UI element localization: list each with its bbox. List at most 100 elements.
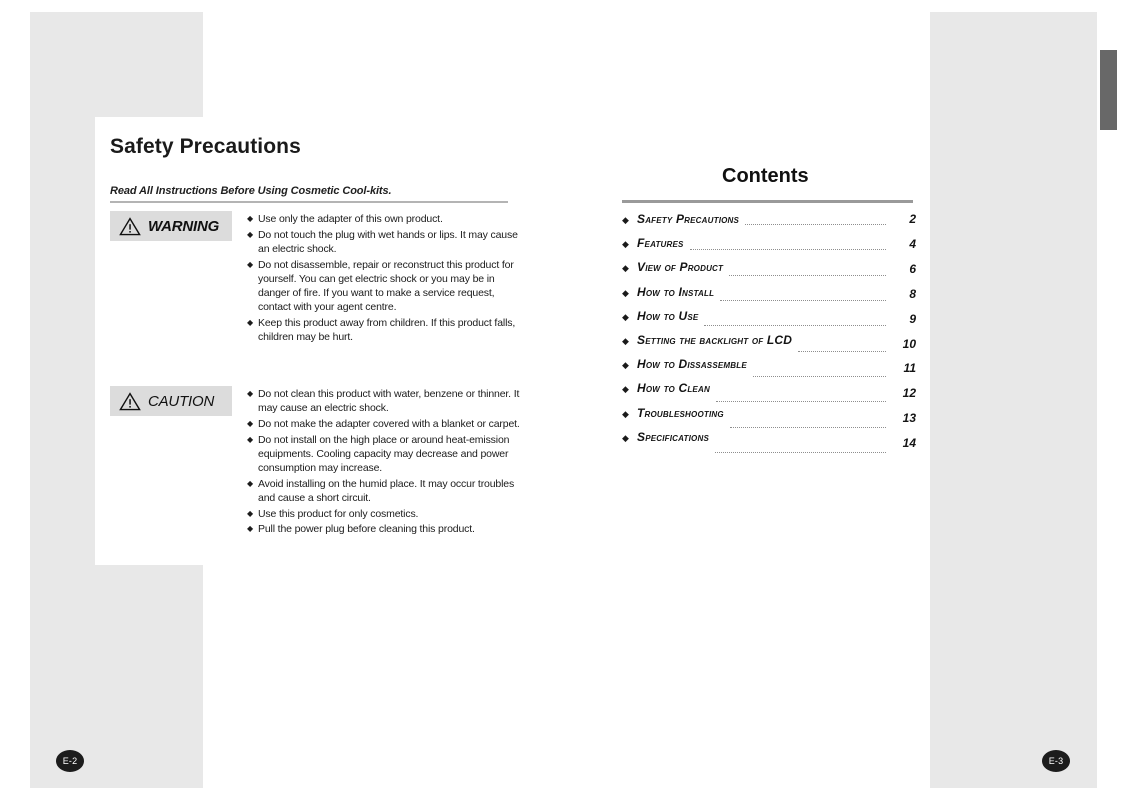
caution-label-text: CAUTION — [148, 392, 215, 410]
toc-entry[interactable]: ◆ How to Install 8 — [622, 285, 916, 309]
page-edge-tab-marker — [1100, 50, 1117, 130]
toc-dot-leader — [752, 375, 886, 378]
toc-dot-leader — [745, 223, 886, 225]
diamond-bullet-icon: ◆ — [622, 287, 629, 298]
toc-entry[interactable]: ◆ How to Use 9 — [622, 309, 916, 333]
list-item: ◆ Use only the adapter of this own produ… — [247, 212, 522, 226]
toc-entry-page: 6 — [909, 261, 916, 276]
diamond-bullet-icon: ◆ — [247, 434, 254, 444]
list-item-text: Avoid installing on the humid place. It … — [258, 477, 515, 504]
toc-entry[interactable]: ◆ How to Clean 12 — [622, 381, 916, 405]
toc-dot-leader — [715, 400, 886, 403]
list-item: ◆ Do not disassemble, repair or reconstr… — [247, 258, 522, 315]
toc-entry-label: How to Install — [637, 284, 715, 299]
list-item-text: Keep this product away from children. If… — [258, 316, 516, 344]
toc-entry-page: 14 — [902, 436, 916, 451]
toc-entry-label: Troubleshooting — [637, 405, 724, 420]
toc-dot-leader — [715, 451, 886, 454]
toc-entry-page: 11 — [903, 361, 916, 376]
list-item-text: Do not disassemble, repair or reconstruc… — [258, 258, 514, 314]
toc-dot-leader — [704, 324, 886, 327]
list-item-text: Do not touch the plug with wet hands or … — [258, 228, 518, 255]
diamond-bullet-icon: ◆ — [622, 335, 629, 346]
toc-entry-label: Setting the backlight of LCD — [637, 332, 793, 347]
warning-label-text: WARNING — [148, 217, 220, 235]
toc-entry-label: How to Use — [637, 308, 699, 323]
page-subtitle: Read All Instructions Before Using Cosme… — [110, 185, 392, 197]
toc-entry[interactable]: ◆ Features 4 — [622, 236, 916, 260]
subtitle-divider — [110, 201, 508, 203]
diamond-bullet-icon: ◆ — [247, 259, 254, 269]
list-item-text: Pull the power plug before cleaning this… — [258, 523, 475, 536]
page-number-badge-right: E-3 — [1042, 750, 1070, 772]
toc-entry-label: How to Dissassemble — [637, 357, 747, 372]
list-item: ◆ Avoid installing on the humid place. I… — [247, 477, 522, 505]
list-item: ◆ Do not touch the plug with wet hands o… — [247, 228, 522, 256]
left-page: Safety Precautions Read All Instructions… — [0, 0, 560, 800]
warning-item-list: ◆ Use only the adapter of this own produ… — [247, 212, 522, 346]
toc-entry-page: 13 — [902, 411, 916, 426]
page-number-badge-left: E-2 — [56, 750, 84, 772]
warning-triangle-icon — [119, 391, 141, 410]
diamond-bullet-icon: ◆ — [247, 524, 254, 534]
diamond-bullet-icon: ◆ — [622, 311, 629, 322]
diamond-bullet-icon: ◆ — [622, 432, 629, 443]
diamond-bullet-icon: ◆ — [247, 317, 254, 327]
toc-dot-leader — [720, 299, 886, 301]
toc-dot-leader — [729, 426, 886, 428]
list-item-text: Use only the adapter of this own product… — [258, 213, 443, 225]
list-item: ◆ Pull the power plug before cleaning th… — [247, 522, 522, 536]
diamond-bullet-icon: ◆ — [247, 229, 254, 239]
toc-entry-label: Specifications — [637, 429, 709, 444]
diamond-bullet-icon: ◆ — [247, 508, 254, 518]
toc-entry[interactable]: ◆ How to Dissassemble 11 — [622, 357, 916, 381]
warning-label-box: WARNING — [110, 211, 232, 241]
toc-entry-page: 4 — [909, 236, 916, 251]
list-item-text: Do not clean this product with water, be… — [258, 388, 520, 415]
diamond-bullet-icon: ◆ — [622, 263, 629, 274]
caution-item-list: ◆ Do not clean this product with water, … — [247, 387, 522, 538]
diamond-bullet-icon: ◆ — [622, 384, 629, 395]
list-item: ◆ Do not clean this product with water, … — [247, 387, 522, 415]
toc-entry[interactable]: ◆ View of Product 6 — [622, 260, 916, 284]
list-item: ◆ Do not make the adapter covered with a… — [247, 417, 522, 431]
list-item: ◆ Use this product for only cosmetics. — [247, 507, 522, 521]
toc-entry[interactable]: ◆ Troubleshooting 13 — [622, 406, 916, 430]
diamond-bullet-icon: ◆ — [247, 418, 254, 428]
page-title: Safety Precautions — [110, 135, 301, 158]
list-item: ◆ Do not install on the high place or ar… — [247, 433, 522, 476]
list-item: ◆ Keep this product away from children. … — [247, 316, 522, 344]
diamond-bullet-icon: ◆ — [247, 478, 254, 488]
toc-entry-page: 12 — [902, 386, 916, 401]
contents-divider — [622, 200, 913, 203]
toc-entry-label: View of Product — [637, 260, 724, 275]
toc-entry[interactable]: ◆ Setting the backlight of LCD 10 — [622, 333, 916, 357]
manual-page-spread: Safety Precautions Read All Instructions… — [0, 0, 1132, 800]
warning-triangle-icon — [119, 216, 141, 235]
toc-dot-leader — [689, 248, 886, 251]
toc-entry-page: 8 — [909, 286, 916, 301]
toc-entry-page: 10 — [902, 336, 916, 351]
diamond-bullet-icon: ◆ — [622, 408, 629, 419]
diamond-bullet-icon: ◆ — [622, 215, 629, 225]
toc-dot-leader — [729, 274, 886, 276]
toc-entry-label: Safety Precautions — [637, 212, 740, 226]
caution-label-box: CAUTION — [110, 386, 232, 416]
toc-entry-page: 2 — [909, 212, 916, 226]
toc-entry[interactable]: ◆ Safety Precautions 2 — [622, 212, 916, 236]
toc-entry-label: Features — [637, 236, 684, 251]
diamond-bullet-icon: ◆ — [247, 389, 254, 398]
list-item-text: Use this product for only cosmetics. — [258, 507, 419, 520]
contents-title: Contents — [722, 165, 809, 187]
toc-entry-label: How to Clean — [637, 381, 710, 396]
diamond-bullet-icon: ◆ — [622, 360, 629, 371]
table-of-contents: ◆ Safety Precautions 2 ◆ Features 4 ◆ View of P… — [622, 212, 916, 454]
toc-entry[interactable]: ◆ Specifications 14 — [622, 430, 916, 454]
list-item-text: Do not make the adapter covered with a b… — [258, 417, 520, 430]
toc-entry-page: 9 — [909, 311, 916, 326]
diamond-bullet-icon: ◆ — [247, 214, 254, 223]
diamond-bullet-icon: ◆ — [622, 239, 629, 250]
right-page-gray-panel — [930, 12, 1097, 788]
toc-dot-leader — [798, 350, 886, 352]
list-item-text: Do not install on the high place or arou… — [258, 433, 510, 475]
